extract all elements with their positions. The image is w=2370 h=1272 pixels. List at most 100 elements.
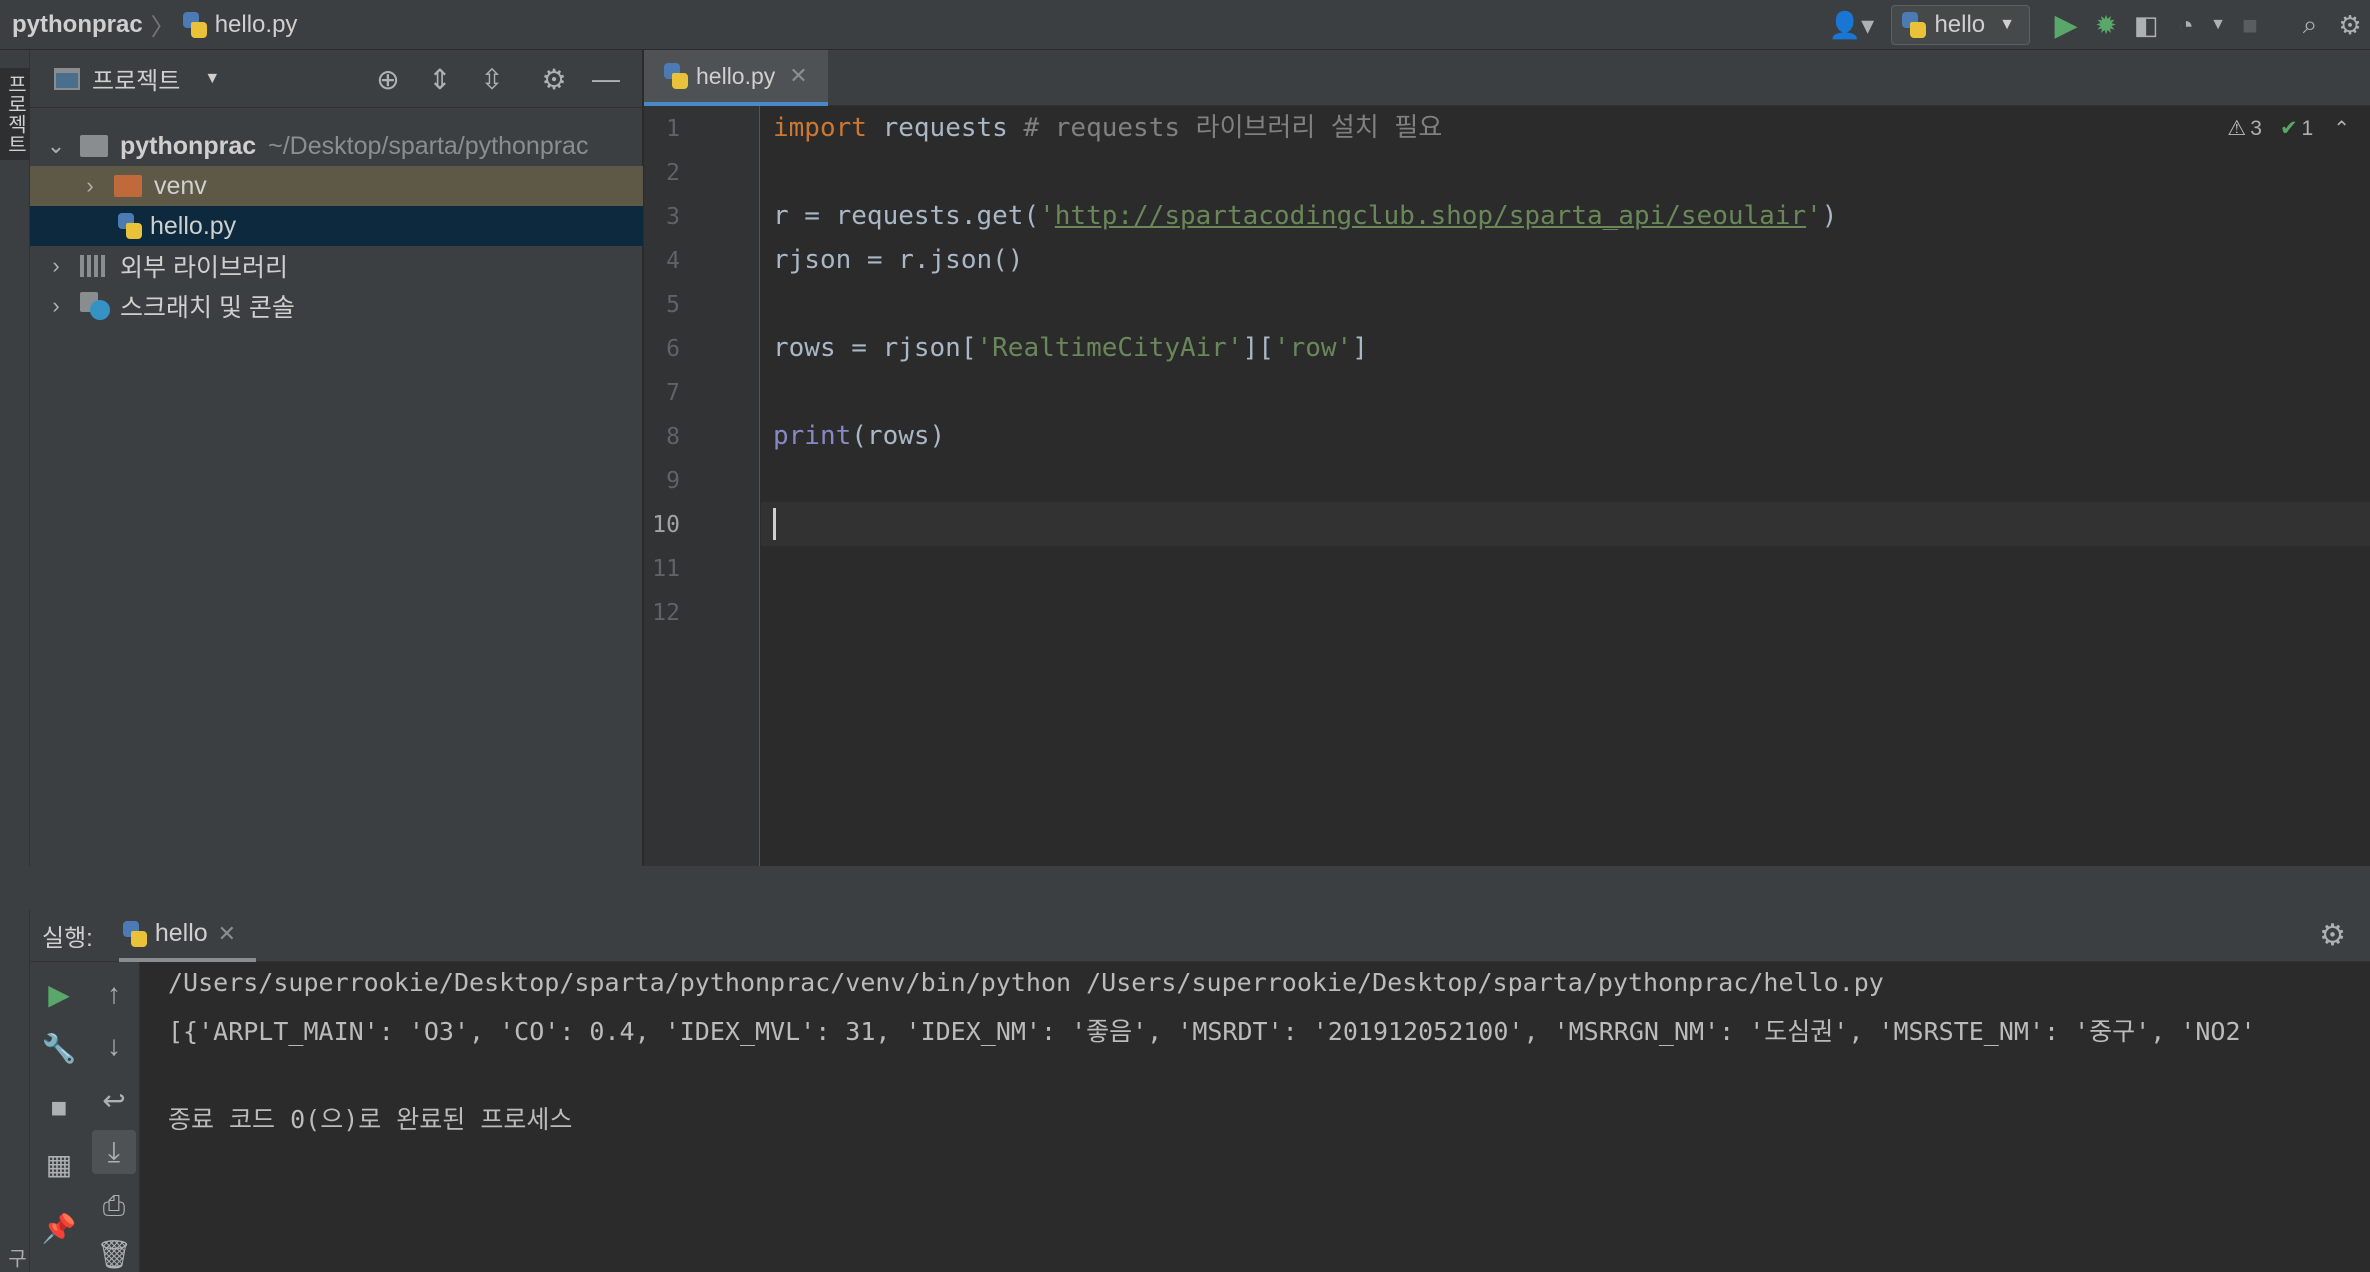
url-string[interactable]: http://spartacodingclub.shop/sparta_api/… — [1055, 201, 1806, 231]
layout-icon[interactable]: ▦ — [37, 1142, 81, 1186]
stop-icon[interactable]: ■ — [2230, 5, 2270, 45]
line-number: 1 — [666, 116, 680, 142]
chevron-up-icon[interactable]: ⌃ — [2333, 116, 2350, 141]
tree-item-project-root[interactable]: ⌄ pythonprac ~/Desktop/sparta/pythonprac — [30, 126, 643, 166]
code-line-6[interactable]: rows = rjson['RealtimeCityAir']['row'] — [773, 326, 1368, 370]
run-tab-hello[interactable]: hello ✕ — [118, 910, 257, 962]
wrench-icon[interactable]: 🔧 — [37, 1026, 81, 1070]
code-text: rows = rjson[ — [773, 333, 977, 363]
close-icon[interactable]: ✕ — [789, 63, 807, 89]
trash-icon[interactable]: 🗑 — [92, 1232, 136, 1272]
project-panel-header: 프로젝트 ▼ ⊕ ⇕ ⇳ ⚙ — — [30, 50, 642, 108]
code-text: requests — [866, 113, 1024, 143]
chevron-down-icon[interactable]: ▼ — [204, 70, 220, 88]
up-arrow-icon[interactable]: ↑ — [92, 972, 136, 1016]
run-tab-label: hello — [154, 919, 208, 947]
code-text: ][ — [1242, 333, 1274, 363]
collapse-all-icon[interactable]: ⇳ — [466, 56, 518, 102]
code-line-3[interactable]: r = requests.get('http://spartacodingclu… — [773, 194, 1837, 238]
down-arrow-icon[interactable]: ↓ — [92, 1024, 136, 1068]
gear-icon[interactable]: ⚙ — [2319, 918, 2346, 953]
tree-item-scratches[interactable]: › 스크래치 및 콘솔 — [30, 286, 643, 326]
project-tool-window-tab[interactable]: 프로젝트 — [0, 68, 30, 160]
pin-icon[interactable]: 📌 — [37, 1206, 81, 1250]
code-line-8[interactable]: print(rows) — [773, 414, 945, 458]
tree-item-label: 외부 라이브러리 — [120, 254, 288, 282]
code-line-4[interactable]: rjson = r.json() — [773, 238, 1023, 282]
debug-icon[interactable]: ✹ — [2086, 5, 2126, 45]
project-panel-title[interactable]: 프로젝트 — [92, 61, 180, 96]
console-line: /Users/superrookie/Desktop/sparta/python… — [168, 968, 1884, 997]
chevron-down-icon: ▼ — [1999, 16, 2015, 33]
search-icon[interactable]: ⌕ — [2290, 5, 2330, 45]
console-output[interactable]: /Users/superrookie/Desktop/sparta/python… — [140, 962, 2370, 1272]
chevron-right-icon[interactable]: › — [46, 293, 66, 319]
current-line-number: 10 — [652, 512, 680, 538]
keyword: import — [773, 113, 867, 143]
editor-tab-label: hello.py — [696, 62, 776, 89]
coverage-icon[interactable]: ◧ — [2126, 5, 2166, 45]
breadcrumb-file[interactable]: hello.py — [182, 10, 298, 39]
close-icon[interactable]: ✕ — [218, 921, 236, 947]
tree-item-label: hello.py — [150, 211, 237, 240]
string-literal: 'row' — [1273, 333, 1353, 363]
run-toolbar-primary: ▶ 🔧 ■ ▦ 📌 — [30, 962, 88, 1272]
tree-item-venv[interactable]: › venv — [30, 166, 643, 206]
python-file-icon — [118, 213, 142, 239]
user-icon[interactable]: 👤▾ — [1823, 5, 1879, 45]
breadcrumb-file-label: hello.py — [214, 10, 298, 38]
breadcrumb-project[interactable]: pythonprac — [12, 11, 143, 39]
check-icon: ✔ — [2279, 117, 2298, 140]
gear-icon[interactable]: ⚙ — [528, 56, 580, 102]
rerun-icon[interactable]: ▶ — [37, 972, 81, 1016]
run-panel-label: 실행: — [42, 925, 93, 952]
line-number: 11 — [652, 556, 680, 582]
chevron-right-icon[interactable]: › — [46, 253, 66, 279]
python-icon — [1902, 12, 1927, 38]
line-number: 3 — [666, 204, 680, 230]
chevron-down-icon[interactable]: ⌄ — [46, 133, 66, 159]
structure-tool-window-tab[interactable]: 구조 — [0, 1248, 30, 1272]
code-line-1[interactable]: import requests # requests 라이브러리 설치 필요 — [773, 106, 1442, 150]
print-icon[interactable]: ⎙ — [92, 1184, 136, 1228]
scroll-to-end-icon[interactable]: ⤓ — [92, 1130, 136, 1174]
chevron-right-icon[interactable]: › — [80, 173, 100, 199]
tree-item-label: pythonprac — [120, 131, 257, 160]
settings-icon[interactable]: ⚙ — [2330, 5, 2370, 45]
panel-divider[interactable] — [0, 866, 2370, 910]
string-quote: ' — [1039, 201, 1055, 231]
profile-icon[interactable]: ◔ — [2166, 5, 2206, 45]
soft-wrap-icon[interactable]: ↩ — [92, 1078, 136, 1122]
scratches-icon — [80, 292, 110, 320]
navigation-bar: pythonprac 〉 hello.py 👤▾ hello ▼ ▶ ✹ ◧ ◔… — [0, 0, 2370, 50]
stop-icon[interactable]: ■ — [37, 1086, 81, 1130]
locate-file-icon[interactable]: ⊕ — [362, 56, 414, 102]
run-icon[interactable]: ▶ — [2046, 5, 2086, 45]
tree-item-path-hint: ~/Desktop/sparta/pythonprac — [268, 131, 589, 160]
run-configuration-selector[interactable]: hello ▼ — [1891, 5, 2030, 45]
code-text: ) — [1821, 201, 1838, 231]
line-number: 9 — [666, 468, 680, 494]
inspection-widget[interactable]: ⚠ 3 ✔ 1 ⌃ — [2227, 116, 2350, 141]
line-number-gutter: 1 2 3 4 5 6 7 8 9 10 11 12 — [644, 106, 760, 866]
project-view-icon — [54, 67, 80, 90]
more-actions-chevron-icon[interactable]: ▼ — [2206, 5, 2230, 45]
ok-count: 1 — [2301, 116, 2314, 140]
tree-item-label: 스크래치 및 콘솔 — [120, 294, 295, 322]
code-editor[interactable]: import requests # requests 라이브러리 설치 필요 r… — [761, 106, 2370, 866]
code-text: r = requests.get( — [773, 201, 1040, 231]
tree-item-external-libraries[interactable]: › 외부 라이브러리 — [30, 246, 643, 286]
warning-icon: ⚠ — [2227, 117, 2247, 140]
text-caret — [773, 508, 776, 540]
line-number: 2 — [666, 160, 680, 186]
tree-item-label: venv — [154, 171, 207, 200]
project-panel: 프로젝트 ▼ ⊕ ⇕ ⇳ ⚙ — ⌄ pythonprac ~/Desktop/… — [30, 50, 643, 910]
editor-tab-hello-py[interactable]: hello.py ✕ — [644, 50, 828, 106]
line-number: 12 — [652, 600, 680, 626]
tree-item-hello-py[interactable]: hello.py — [30, 206, 643, 246]
run-tool-window: 실행: hello ✕ ⚙ ▶ 🔧 ■ ▦ 📌 ↑ ↓ ↩ ⤓ ⎙ 🗑 /Use… — [30, 910, 2370, 1272]
expand-all-icon[interactable]: ⇕ — [414, 56, 466, 102]
hide-panel-icon[interactable]: — — [580, 56, 632, 102]
project-panel-tools: ⊕ ⇕ ⇳ ⚙ — — [362, 56, 632, 102]
run-configuration-label: hello — [1934, 11, 1986, 38]
